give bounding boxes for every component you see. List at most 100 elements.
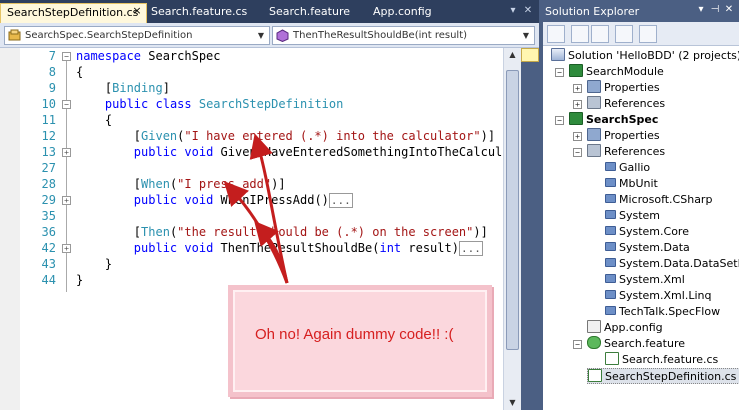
tree-node[interactable]: Search.feature — [587, 336, 685, 352]
tree-node-label: References — [604, 145, 666, 158]
code-token: { — [76, 113, 113, 127]
member-dropdown-value: ThenTheResultShouldBe(int result) — [293, 30, 468, 41]
assembly-icon — [605, 242, 616, 251]
tree-node-label: SearchModule — [586, 65, 664, 78]
tree-node[interactable]: System.Data.DataSetExtensions — [605, 256, 739, 272]
collapsed-code-block[interactable]: ... — [458, 241, 483, 256]
tree-node[interactable]: Microsoft.CSharp — [605, 192, 712, 208]
tree-node[interactable]: References — [587, 144, 665, 160]
code-line: { — [76, 112, 521, 128]
tree-node[interactable]: Gallio — [605, 160, 650, 176]
tree-node-label: MbUnit — [619, 177, 658, 190]
scrollbar-thumb[interactable] — [506, 70, 519, 350]
tab-search-feature[interactable]: Search.feature — [263, 3, 355, 23]
line-number: 42 — [41, 241, 56, 255]
tree-node[interactable]: System.Xml — [605, 272, 685, 288]
show-all-files-button[interactable] — [571, 25, 589, 43]
expand-node-toggle[interactable]: + — [573, 84, 582, 93]
expand-then-method-toggle[interactable]: + — [62, 244, 71, 253]
line-number: 36 — [41, 225, 56, 239]
expand-when-method-toggle[interactable]: + — [62, 196, 71, 205]
collapsed-code-block[interactable]: ... — [328, 193, 353, 208]
tree-node[interactable]: SearchSpec — [569, 112, 658, 128]
tree-node-label: References — [604, 97, 666, 110]
code-line: [When("I press add")] — [76, 176, 521, 192]
expand-given-method-toggle[interactable]: + — [62, 148, 71, 157]
properties-icon — [587, 128, 601, 141]
code-token: void — [184, 241, 214, 255]
line-number: 8 — [48, 65, 56, 79]
code-token: WhenIPressAdd() — [213, 193, 329, 207]
close-icon[interactable]: ✕ — [722, 3, 736, 17]
solution-icon — [551, 48, 565, 61]
tree-node-label: SearchStepDefinition.cs — [605, 370, 737, 383]
tab-dropdown-icon[interactable]: ▾ — [506, 4, 520, 18]
expand-node-toggle[interactable]: + — [573, 100, 582, 109]
code-token: result) — [401, 241, 459, 255]
tree-node-label: Gallio — [619, 161, 651, 174]
auto-hide-pin-icon[interactable]: ⊣ — [708, 3, 722, 17]
code-token: Binding — [112, 81, 163, 95]
refresh-button[interactable] — [591, 25, 609, 43]
code-token: public — [133, 145, 178, 159]
code-token: void — [184, 145, 214, 159]
code-token: "I press add" — [177, 177, 272, 191]
tree-node[interactable]: Properties — [587, 128, 660, 144]
view-code-button[interactable] — [615, 25, 633, 43]
assembly-icon — [605, 162, 616, 171]
expand-node-toggle[interactable]: + — [573, 132, 582, 141]
tree-node[interactable]: System.Core — [605, 224, 689, 240]
properties-button[interactable] — [547, 25, 565, 43]
tree-node[interactable]: System.Data — [605, 240, 690, 256]
vertical-scrollbar[interactable]: ▲ ▼ — [503, 48, 521, 410]
tree-node[interactable]: TechTalk.SpecFlow — [605, 304, 720, 320]
tree-node[interactable]: System — [605, 208, 660, 224]
tab-app-config[interactable]: App.config — [367, 3, 447, 23]
scroll-down-icon[interactable]: ▼ — [507, 398, 518, 408]
assembly-icon — [605, 274, 616, 283]
tree-node[interactable]: MbUnit — [605, 176, 658, 192]
collapse-node-toggle[interactable]: − — [573, 340, 582, 349]
assembly-icon — [605, 258, 616, 267]
solution-explorer-pane: Solution Explorer ▾ ⊣ ✕ Solution 'HelloB… — [539, 0, 739, 410]
code-token: namespace — [76, 49, 142, 63]
collapse-node-toggle[interactable]: − — [555, 68, 564, 77]
tree-node[interactable]: Properties — [587, 80, 660, 96]
tab-search-feature-cs[interactable]: Search.feature.cs — [145, 3, 257, 23]
member-dropdown[interactable]: ThenTheResultShouldBe(int result) ▼ — [272, 26, 535, 45]
tree-node[interactable]: SearchModule — [569, 64, 664, 80]
tree-node[interactable]: App.config — [587, 320, 663, 336]
collapse-namespace-toggle[interactable]: − — [62, 52, 71, 61]
collapse-node-toggle[interactable]: − — [573, 148, 582, 157]
splitter-button[interactable] — [521, 48, 539, 62]
navigation-bar: SearchSpec.SearchStepDefinition ▼ ThenTh… — [0, 23, 539, 48]
line-number: 11 — [41, 113, 56, 127]
csharp-project-icon — [569, 112, 583, 125]
scroll-up-icon[interactable]: ▲ — [507, 50, 518, 60]
tree-node[interactable]: References — [587, 96, 665, 112]
tree-node-label: Properties — [604, 81, 660, 94]
tab-label: Search.feature — [269, 5, 351, 18]
close-document-icon[interactable]: ✕ — [521, 4, 535, 18]
indicator-margin — [0, 48, 20, 410]
tree-node[interactable]: SearchStepDefinition.cs — [587, 368, 739, 384]
window-position-icon[interactable]: ▾ — [694, 3, 708, 17]
collapse-node-toggle[interactable]: − — [555, 116, 564, 125]
collapse-class-toggle[interactable]: − — [62, 100, 71, 109]
tree-node[interactable]: Search.feature.cs — [605, 352, 718, 368]
tab-searchstepdefinition-cs[interactable]: SearchStepDefinition.cs — [0, 3, 147, 23]
code-token: Then — [141, 225, 170, 239]
code-token: SearchStepDefinition — [198, 97, 344, 111]
line-number: 10 — [41, 97, 56, 111]
solution-tree: Solution 'HelloBDD' (2 projects) − SearchM… — [543, 46, 739, 410]
tree-node[interactable]: System.Xml.Linq — [605, 288, 711, 304]
tree-node-label: System — [619, 209, 661, 222]
editor-edge — [521, 62, 539, 410]
tree-node[interactable]: Solution 'HelloBDD' (2 projects) — [551, 48, 739, 64]
view-class-diagram-button[interactable] — [639, 25, 657, 43]
close-tab-icon[interactable]: × — [130, 4, 144, 18]
type-dropdown[interactable]: SearchSpec.SearchStepDefinition ▼ — [4, 26, 270, 45]
code-token: int — [379, 241, 402, 255]
